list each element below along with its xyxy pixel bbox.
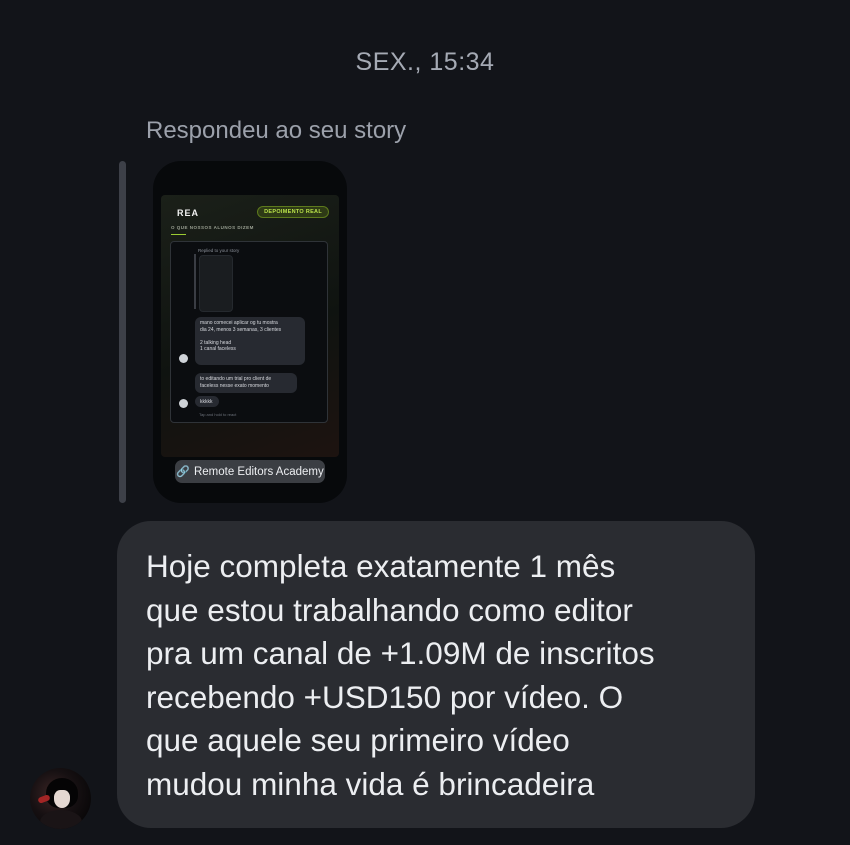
sender-avatar[interactable] bbox=[30, 768, 91, 829]
mini-message-bubble: kkkkk bbox=[195, 396, 219, 407]
mini-reply-label: Replied to your story bbox=[198, 248, 240, 253]
story-subtitle: O QUE NOSSOS ALUNOS DIZEM bbox=[171, 225, 254, 230]
story-subtitle-underline bbox=[171, 234, 186, 235]
reply-label: Respondeu ao seu story bbox=[146, 117, 407, 144]
mini-message-bubble: mano comecei aplicar og tu mostra dia 24… bbox=[195, 317, 305, 365]
message-bubble[interactable]: Hoje completa exatamente 1 mês que estou… bbox=[117, 521, 755, 828]
link-icon: 🔗 bbox=[176, 466, 190, 478]
timestamp: SEX., 15:34 bbox=[355, 48, 495, 76]
story-logo: REA bbox=[177, 208, 200, 218]
avatar-face bbox=[54, 790, 70, 808]
reply-indicator-bar bbox=[119, 161, 126, 503]
story-content: REA DEPOIMENTO REAL O QUE NOSSOS ALUNOS … bbox=[161, 195, 339, 457]
mini-hint: Tap and hold to react bbox=[199, 412, 237, 417]
story-link-label: Remote Editors Academy bbox=[193, 465, 324, 478]
story-link-sticker[interactable]: 🔗 Remote Editors Academy bbox=[175, 460, 325, 483]
mini-message-bubble: to editando um trial pro client de facel… bbox=[195, 373, 297, 393]
mini-story-thumbnail bbox=[199, 255, 233, 312]
mini-avatar bbox=[179, 354, 188, 363]
story-badge: DEPOIMENTO REAL bbox=[257, 206, 329, 218]
story-preview-card[interactable]: REA DEPOIMENTO REAL O QUE NOSSOS ALUNOS … bbox=[153, 161, 347, 503]
avatar-body bbox=[40, 810, 82, 829]
story-chat-screenshot: Replied to your story mano comecei aplic… bbox=[170, 241, 328, 423]
mini-reply-bar bbox=[194, 254, 196, 309]
mini-avatar bbox=[179, 399, 188, 408]
